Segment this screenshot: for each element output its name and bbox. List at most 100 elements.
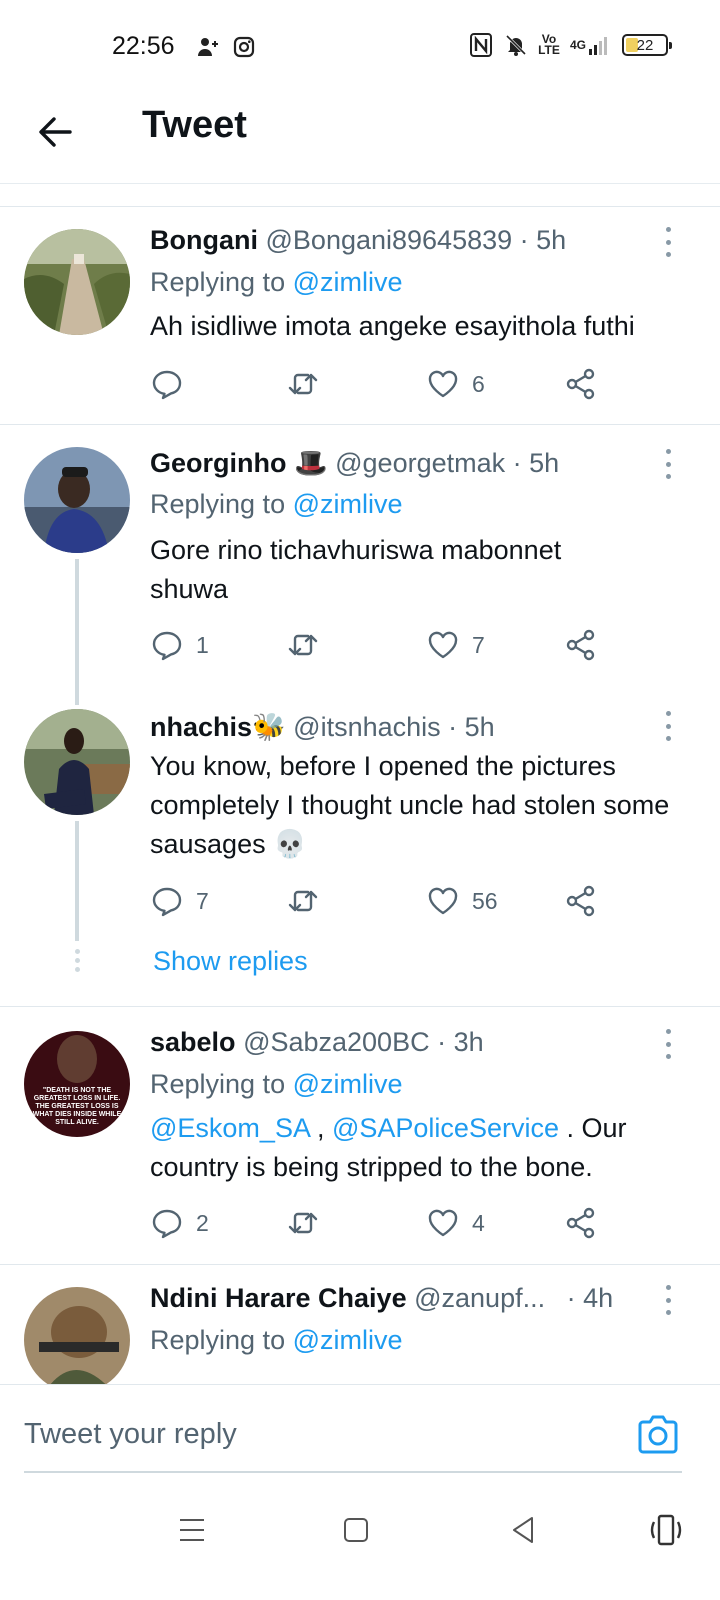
share-icon [566, 885, 595, 917]
replying-to-link[interactable]: @zimlive [293, 1069, 403, 1099]
display-name[interactable]: Georginho 🎩 [150, 448, 328, 478]
display-name[interactable]: sabelo [150, 1027, 236, 1057]
retweet-button[interactable] [286, 1203, 332, 1243]
reply-button[interactable] [150, 364, 196, 404]
replying-to: Replying to @zimlive [150, 489, 403, 519]
share-button[interactable] [564, 881, 598, 921]
arrow-left-icon [39, 117, 72, 147]
tweet-reply[interactable]: Georginho 🎩 @georgetmak · 5h Replying to… [0, 425, 720, 705]
tweet-reply[interactable]: Ndini Harare Chaiye @zanupf... · 4h Repl… [0, 1265, 720, 1384]
retweet-icon [288, 1212, 318, 1234]
tweet-time: · 3h [437, 1027, 484, 1057]
tweet-actions: 6 [150, 364, 610, 404]
heart-icon [428, 631, 458, 659]
share-icon [566, 629, 595, 661]
like-button[interactable]: 7 [426, 625, 485, 665]
reply-count: 1 [196, 631, 209, 658]
menu-button[interactable] [172, 1510, 212, 1550]
thread-continuation-dots [73, 949, 81, 976]
show-replies-link[interactable]: Show replies [153, 946, 308, 977]
reply-count: 2 [196, 1209, 209, 1236]
instagram-icon [232, 34, 256, 60]
tweet-header: Ndini Harare Chaiye @zanupf... · 4h [150, 1283, 613, 1314]
back-nav-button[interactable] [504, 1510, 544, 1550]
more-options-button[interactable] [662, 1285, 674, 1315]
user-handle: @Bongani89645839 [265, 225, 513, 255]
tweet-time: · 4h [566, 1283, 614, 1313]
tweet-text: @Eskom_SA , @SAPoliceService . Our count… [150, 1113, 627, 1182]
avatar[interactable] [24, 709, 130, 815]
heart-icon [428, 887, 458, 915]
replying-to: Replying to @zimlive [150, 1325, 403, 1355]
tweet-text: You know, before I opened the pictures c… [150, 751, 670, 859]
like-count: 56 [472, 887, 498, 914]
bell-muted-icon [504, 32, 528, 58]
avatar[interactable] [24, 229, 130, 335]
page-title: Tweet [142, 104, 247, 146]
more-options-button[interactable] [662, 227, 674, 257]
tweet-header: sabelo @Sabza200BC · 3h [150, 1027, 484, 1058]
rotate-button[interactable] [646, 1510, 686, 1550]
reply-input-underline [24, 1471, 682, 1473]
tweet-actions: 1 7 [150, 625, 610, 665]
replying-to-link[interactable]: @zimlive [293, 267, 403, 297]
tweet-header: Georginho 🎩 @georgetmak · 5h [150, 447, 559, 479]
avatar[interactable]: "DEATH IS NOT THE GREATEST LOSS IN LIFE.… [24, 1031, 130, 1137]
replying-to-link[interactable]: @zimlive [293, 489, 403, 519]
status-time: 22:56 [112, 32, 175, 60]
replying-to-link[interactable]: @zimlive [293, 1325, 403, 1355]
thread-line [75, 559, 79, 705]
display-name[interactable]: Bongani [150, 225, 258, 255]
reply-input[interactable]: Tweet your reply [24, 1409, 624, 1459]
reply-count: 7 [196, 887, 209, 914]
like-button[interactable]: 56 [426, 881, 498, 921]
share-button[interactable] [564, 364, 598, 404]
comment-icon [152, 1209, 182, 1239]
volte-label: Vo LTE [538, 32, 560, 57]
user-handle: @itsnhachis [293, 712, 441, 742]
tweet-text: Gore rino tichavhuriswa mabonnet shuwa [150, 535, 562, 604]
tweet-reply[interactable]: nhachis🐝 @itsnhachis · 5h You know, befo… [0, 691, 720, 1005]
top-app-bar: Tweet [0, 92, 720, 184]
reply-button[interactable]: 2 [150, 1203, 209, 1243]
display-name[interactable]: nhachis🐝 [150, 712, 286, 742]
rotate-screen-icon [650, 1514, 682, 1546]
tweet-actions: 2 4 [150, 1203, 610, 1243]
avatar[interactable] [24, 1287, 130, 1384]
like-count: 4 [472, 1209, 485, 1236]
more-options-button[interactable] [662, 711, 674, 741]
user-handle: @Sabza200BC [243, 1027, 430, 1057]
mention-link[interactable]: @Eskom_SA [150, 1113, 309, 1143]
like-count: 7 [472, 631, 485, 658]
mention-link[interactable]: @SAPoliceService [332, 1113, 559, 1143]
comment-icon [152, 370, 182, 400]
display-name[interactable]: Ndini Harare Chaiye [150, 1283, 407, 1313]
tweet-reply[interactable]: Bongani @Bongani89645839 · 5h Replying t… [0, 207, 720, 423]
like-button[interactable]: 4 [426, 1203, 485, 1243]
tweet-reply[interactable]: "DEATH IS NOT THE GREATEST LOSS IN LIFE.… [0, 1007, 720, 1263]
comment-icon [152, 631, 182, 661]
like-button[interactable]: 6 [426, 364, 485, 404]
square-icon [344, 1518, 368, 1542]
retweet-button[interactable] [286, 881, 332, 921]
comment-icon [152, 887, 182, 917]
share-button[interactable] [564, 625, 598, 665]
heart-icon [428, 1209, 458, 1237]
camera-button[interactable] [636, 1413, 680, 1455]
more-options-button[interactable] [662, 449, 674, 479]
retweet-button[interactable] [286, 364, 332, 404]
network-type: 4G [569, 37, 586, 52]
person-add-icon [196, 34, 220, 60]
back-button[interactable] [36, 112, 76, 152]
reply-button[interactable]: 1 [150, 625, 209, 665]
reply-button[interactable]: 7 [150, 881, 209, 921]
status-bar: 22:56 Vo LTE 4G 22 [0, 0, 720, 92]
home-button[interactable] [336, 1510, 376, 1550]
more-options-button[interactable] [662, 1029, 674, 1059]
retweet-button[interactable] [286, 625, 332, 665]
like-count: 6 [472, 370, 485, 397]
share-button[interactable] [564, 1203, 598, 1243]
battery-icon: 22 [622, 32, 672, 58]
share-icon [566, 1207, 595, 1239]
avatar[interactable] [24, 447, 130, 553]
